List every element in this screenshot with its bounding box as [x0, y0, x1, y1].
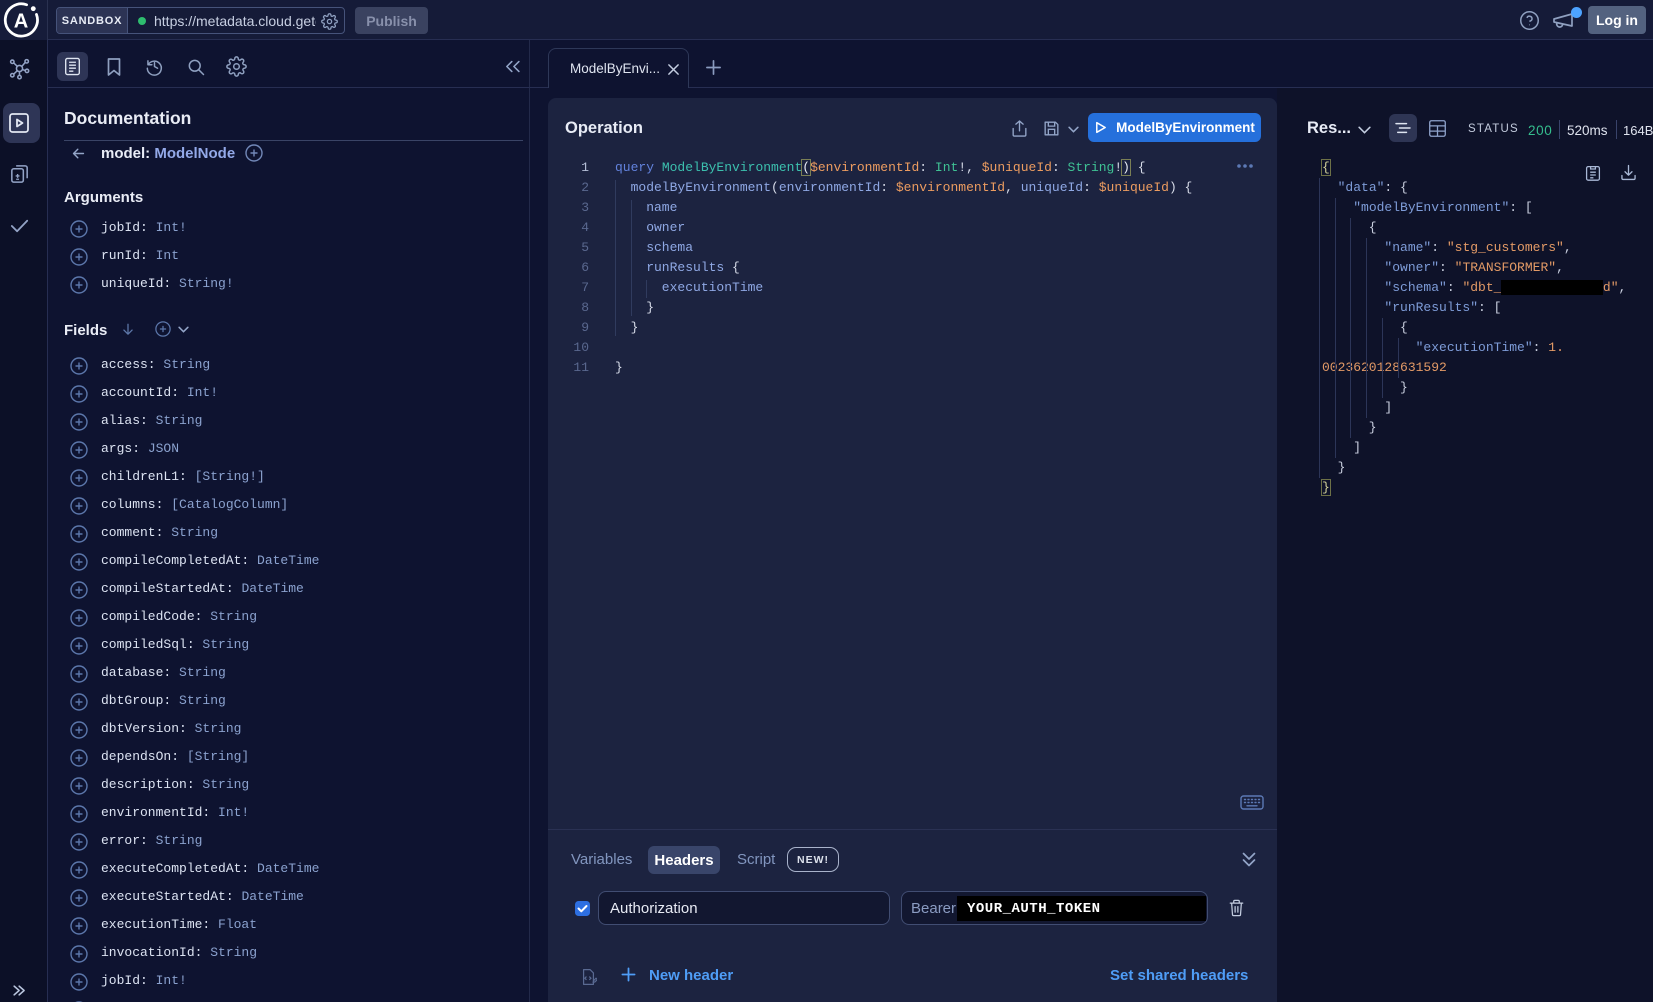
svg-text:A: A — [14, 10, 29, 32]
